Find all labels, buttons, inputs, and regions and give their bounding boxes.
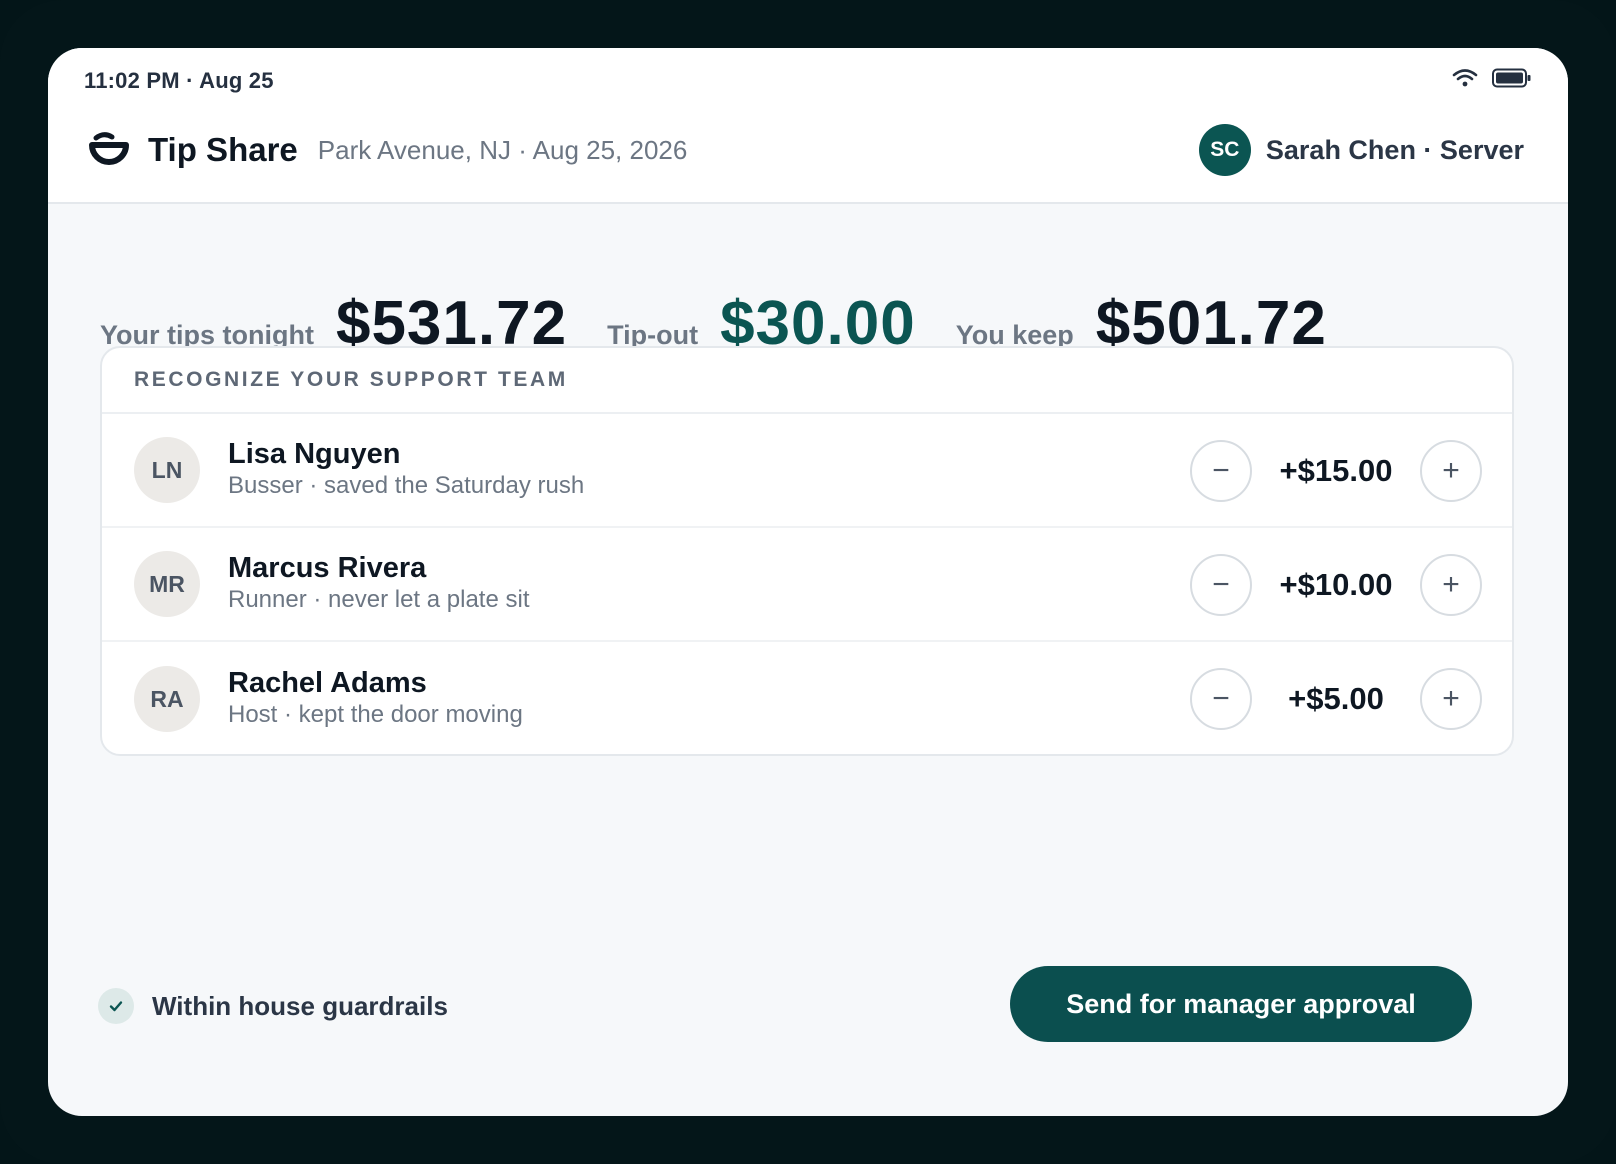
send-for-approval-button[interactable]: Send for manager approval bbox=[1010, 966, 1472, 1042]
member-role: Busser · saved the Saturday rush bbox=[228, 472, 585, 499]
member-avatar: LN bbox=[134, 437, 200, 503]
amount-value: +$5.00 bbox=[1288, 681, 1384, 716]
battery-icon bbox=[1492, 68, 1531, 88]
amount-value: +$15.00 bbox=[1279, 453, 1393, 488]
guardrail-text: Within house guardrails bbox=[152, 990, 448, 1021]
wifi-icon bbox=[1452, 69, 1478, 87]
member-avatar: MR bbox=[134, 551, 200, 617]
team-member-row: LN Lisa Nguyen Busser · saved the Saturd… bbox=[102, 414, 1512, 528]
member-role: Host · kept the door moving bbox=[228, 701, 523, 728]
increase-button[interactable]: + bbox=[1420, 554, 1482, 616]
member-name: Marcus Rivera bbox=[228, 552, 427, 584]
app-title: Tip Share bbox=[148, 131, 298, 168]
support-team-card: RECOGNIZE YOUR SUPPORT TEAM LN Lisa Nguy… bbox=[100, 346, 1514, 756]
support-team-heading: RECOGNIZE YOUR SUPPORT TEAM bbox=[102, 348, 1512, 414]
check-icon bbox=[98, 988, 134, 1024]
amount-stepper: − +$15.00 + bbox=[1190, 440, 1482, 502]
member-name: Rachel Adams bbox=[228, 667, 427, 699]
app-screen: 11:02 PM · Aug 25 Tip Share Park Avenue,… bbox=[48, 48, 1568, 1116]
device-bezel: 11:02 PM · Aug 25 Tip Share Park Avenue,… bbox=[0, 0, 1616, 1164]
top-bar: 11:02 PM · Aug 25 Tip Share Park Avenue,… bbox=[48, 48, 1568, 204]
decrease-button[interactable]: − bbox=[1190, 668, 1252, 730]
member-info: Lisa Nguyen Busser · saved the Saturday … bbox=[228, 438, 584, 502]
status-icons bbox=[1452, 68, 1532, 88]
member-info: Rachel Adams Host · kept the door moving bbox=[228, 667, 523, 731]
amount-value: +$10.00 bbox=[1279, 567, 1393, 602]
member-role: Runner · never let a plate sit bbox=[228, 586, 530, 613]
decrease-button[interactable]: − bbox=[1190, 440, 1252, 502]
member-name: Lisa Nguyen bbox=[228, 438, 401, 470]
amount-stepper: − +$5.00 + bbox=[1190, 668, 1482, 730]
increase-button[interactable]: + bbox=[1420, 440, 1482, 502]
amount-stepper: − +$10.00 + bbox=[1190, 554, 1482, 616]
status-time: 11:02 PM · Aug 25 bbox=[84, 68, 274, 93]
team-member-row: MR Marcus Rivera Runner · never let a pl… bbox=[102, 528, 1512, 642]
location-date: Park Avenue, NJ · Aug 25, 2026 bbox=[317, 134, 688, 165]
user-avatar[interactable]: SC bbox=[1198, 124, 1251, 176]
tip-share-logo-icon bbox=[89, 132, 129, 165]
decrease-button[interactable]: − bbox=[1190, 554, 1252, 616]
user-name-role[interactable]: Sarah Chen · Server bbox=[1266, 135, 1524, 166]
guardrail-status: Within house guardrails bbox=[98, 988, 448, 1024]
app-header: Tip Share Park Avenue, NJ · Aug 25, 2026… bbox=[88, 122, 1524, 178]
increase-button[interactable]: + bbox=[1420, 668, 1482, 730]
member-avatar: RA bbox=[134, 666, 200, 732]
member-info: Marcus Rivera Runner · never let a plate… bbox=[228, 552, 530, 616]
team-member-row: RA Rachel Adams Host · kept the door mov… bbox=[102, 642, 1512, 754]
